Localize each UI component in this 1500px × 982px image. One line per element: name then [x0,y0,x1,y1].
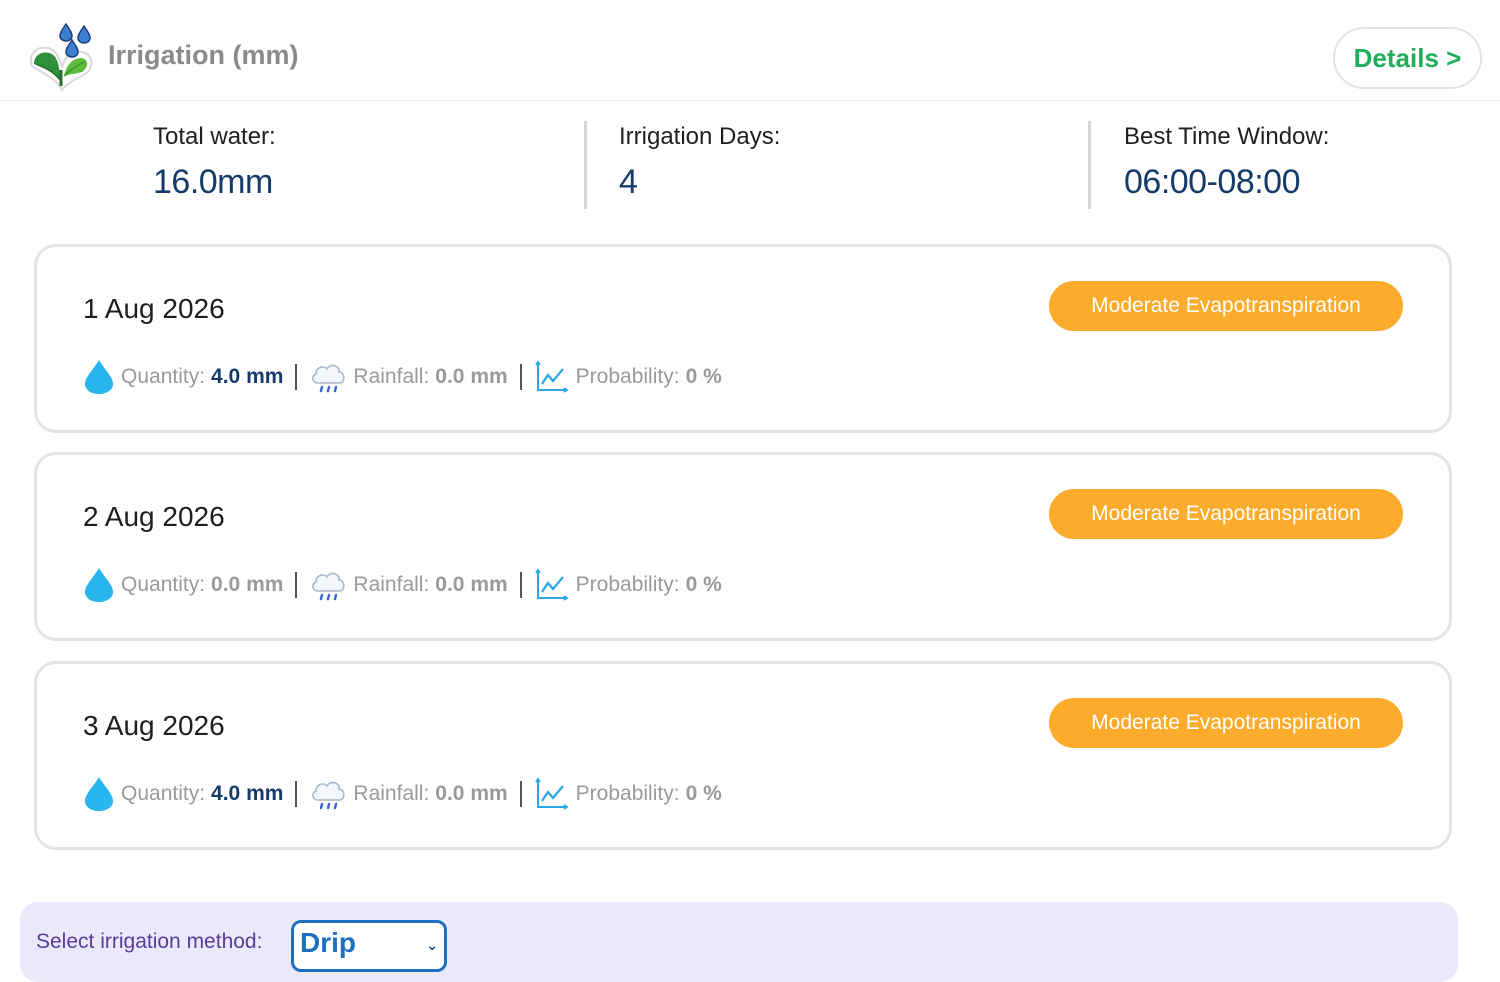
evapotranspiration-badge[interactable]: Moderate Evapotranspiration [1049,281,1403,331]
stat-divider [1088,121,1091,209]
day-date: 1 Aug 2026 [83,293,225,324]
best-time-label: Best Time Window: [1124,123,1330,150]
quantity-value: 0.0 mm [211,573,284,596]
line-chart-icon [534,776,570,812]
day-cards-list[interactable]: 1 Aug 2026 Moderate Evapotranspiration Q… [0,230,1500,850]
metric-separator [295,364,298,390]
line-chart-icon [534,567,570,603]
plant-water-drops-icon [26,20,100,94]
metric-separator [519,781,522,807]
irrigation-method-select[interactable]: Drip ⌄ [291,920,447,972]
quantity-label: Quantity: [121,782,206,805]
chevron-down-icon: ⌄ [426,937,438,953]
quantity-value: 4.0 mm [211,782,284,805]
panel-header: Irrigation (mm) Details > [0,0,1500,101]
irrigation-days-stat: Irrigation Days: 4 [619,123,780,202]
best-time-stat: Best Time Window: 06:00-08:00 [1124,123,1329,202]
panel-title: Irrigation (mm) [108,40,299,70]
evapotranspiration-badge[interactable]: Moderate Evapotranspiration [1049,489,1403,539]
rainfall-value: 0.0 mm [435,573,508,596]
quantity-label: Quantity: [121,365,206,388]
rain-cloud-icon [309,567,347,603]
total-water-value: 16.0mm [153,163,273,201]
day-metrics: Quantity: 0.0 mm Rainfall: 0.0 mm Probab… [83,565,722,605]
irrigation-days-label: Irrigation Days: [619,123,781,150]
rainfall-label: Rainfall: [353,365,430,388]
rainfall-value: 0.0 mm [435,782,508,805]
irrigation-method-selected: Drip [300,927,356,958]
best-time-value: 06:00-08:00 [1124,163,1301,201]
probability-label: Probability: [575,573,680,596]
metric-separator [519,364,522,390]
rain-cloud-icon [309,776,347,812]
probability-value: 0 % [685,782,722,805]
day-date: 3 Aug 2026 [83,710,225,741]
day-metrics: Quantity: 4.0 mm Rainfall: 0.0 mm Probab… [83,357,722,397]
quantity-value: 4.0 mm [211,365,284,388]
irrigation-panel: Irrigation (mm) Details > Total water: 1… [0,0,1500,982]
stat-divider [584,121,587,209]
metric-separator [295,572,298,598]
irrigation-method-label: Select irrigation method: [36,930,263,953]
total-water-label: Total water: [153,123,276,150]
irrigation-days-value: 4 [619,163,638,201]
summary-stats: Total water: 16.0mm Irrigation Days: 4 B… [0,101,1500,231]
line-chart-icon [534,359,570,395]
water-drop-icon [83,776,115,812]
metric-separator [519,572,522,598]
rain-cloud-icon [309,359,347,395]
day-card: 3 Aug 2026 Moderate Evapotranspiration Q… [34,661,1452,850]
evapotranspiration-badge[interactable]: Moderate Evapotranspiration [1049,698,1403,748]
probability-value: 0 % [685,573,722,596]
total-water-stat: Total water: 16.0mm [153,123,276,202]
quantity-label: Quantity: [121,573,206,596]
probability-label: Probability: [575,365,680,388]
probability-label: Probability: [575,782,680,805]
metric-separator [295,781,298,807]
day-card: 2 Aug 2026 Moderate Evapotranspiration Q… [34,452,1452,641]
day-date: 2 Aug 2026 [83,501,225,532]
irrigation-method-bar: Select irrigation method: Drip ⌄ [20,902,1458,982]
rainfall-label: Rainfall: [353,782,430,805]
details-button[interactable]: Details > [1333,27,1482,89]
rainfall-label: Rainfall: [353,573,430,596]
day-metrics: Quantity: 4.0 mm Rainfall: 0.0 mm Probab… [83,774,722,814]
rainfall-value: 0.0 mm [435,365,508,388]
probability-value: 0 % [685,365,722,388]
water-drop-icon [83,567,115,603]
day-card: 1 Aug 2026 Moderate Evapotranspiration Q… [34,244,1452,433]
water-drop-icon [83,359,115,395]
